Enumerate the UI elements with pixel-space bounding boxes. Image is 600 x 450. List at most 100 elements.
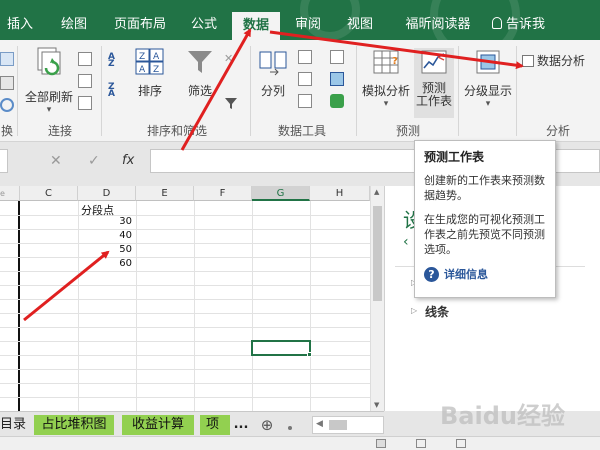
page-layout-view-icon[interactable]	[416, 439, 426, 448]
scrollbar-thumb[interactable]	[373, 206, 382, 301]
tooltip-description: 在生成您的可视化预测工作表之前先预览不同预测选项。	[424, 213, 545, 256]
tab-split-handle[interactable]	[288, 426, 292, 430]
insert-function-icon[interactable]: fx	[122, 153, 134, 168]
tab-review[interactable]: 审阅	[288, 10, 328, 40]
forecast-sheet-label: 预测 工作表	[415, 81, 452, 108]
group-label-sort-filter: 排序和筛选	[146, 124, 207, 138]
tab-draw[interactable]: 绘图	[52, 10, 96, 40]
pane-item-lines[interactable]: 线条	[425, 303, 449, 320]
vertical-scrollbar[interactable]: ▲ ▼	[370, 186, 384, 411]
filter-button[interactable]: 筛选	[180, 48, 220, 99]
svg-text:A: A	[153, 52, 160, 62]
connections-icon[interactable]	[78, 52, 92, 66]
tell-me-box[interactable]: 告诉我	[492, 10, 545, 40]
fill-handle[interactable]	[307, 352, 312, 357]
tooltip-title: 预测工作表	[424, 150, 485, 164]
sort-descending-icon[interactable]: ZA	[108, 83, 122, 99]
group-divider	[101, 46, 102, 136]
cell-border	[18, 201, 20, 411]
add-sheet-icon[interactable]: ⊕	[258, 415, 276, 435]
column-header-d[interactable]: D	[78, 186, 136, 201]
horizontal-scrollbar[interactable]: ◀	[312, 416, 384, 434]
scroll-up-icon[interactable]: ▲	[374, 188, 379, 196]
column-header-e[interactable]: E	[136, 186, 194, 201]
edit-links-icon[interactable]	[78, 96, 92, 110]
grid-line	[0, 285, 370, 286]
grid-line	[0, 229, 370, 230]
tell-me-label: 告诉我	[506, 17, 546, 32]
group-divider	[250, 46, 251, 136]
column-header-f[interactable]: F	[194, 186, 252, 201]
normal-view-icon[interactable]	[376, 439, 386, 448]
worksheet-grid[interactable]: e C D E F G H 分段点 30 40 50 60	[0, 186, 370, 411]
group-divider	[356, 46, 357, 136]
data-model-icon[interactable]	[330, 94, 344, 108]
status-bar	[0, 436, 600, 450]
grid-line	[0, 383, 370, 384]
group-divider	[17, 46, 18, 136]
data-analysis-button[interactable]: 数据分析	[522, 52, 596, 69]
tab-page-layout[interactable]: 页面布局	[104, 10, 176, 40]
forecast-sheet-button[interactable]: 预测 工作表	[414, 48, 454, 118]
sort-button[interactable]: Z A A Z 排序	[130, 48, 170, 99]
table-icon[interactable]	[0, 52, 14, 66]
grid-line	[0, 341, 370, 342]
table-icon[interactable]	[0, 76, 14, 90]
selected-cell[interactable]	[251, 340, 311, 356]
relationships-icon[interactable]	[330, 72, 344, 86]
tab-view[interactable]: 视图	[340, 10, 380, 40]
column-header-g[interactable]: G	[252, 186, 310, 201]
sort-ascending-icon[interactable]: AZ	[108, 53, 122, 69]
cell-d-value[interactable]: 30	[78, 216, 132, 227]
more-sheets[interactable]: ...	[232, 415, 250, 435]
sheet-tab[interactable]: 占比堆积图	[34, 415, 114, 435]
cell-d-value[interactable]: 50	[78, 244, 132, 255]
sheet-tab-bar: 目录 占比堆积图 收益计算 项目 ... ⊕ ◀	[0, 411, 384, 436]
more-info-label: 详细信息	[444, 268, 488, 281]
cancel-icon[interactable]: ✕	[50, 153, 62, 169]
sheet-tab[interactable]: 项目	[200, 415, 230, 435]
sheet-tab[interactable]: 目录	[0, 415, 26, 435]
grid-line	[252, 201, 253, 411]
group-divider	[516, 46, 517, 136]
expand-icon[interactable]: ▷	[411, 306, 417, 315]
sheet-tab[interactable]: 收益计算	[122, 415, 194, 435]
column-header-h[interactable]: H	[310, 186, 370, 201]
column-header-c[interactable]: C	[20, 186, 78, 201]
flash-fill-icon[interactable]	[298, 50, 312, 64]
grid-line	[0, 397, 370, 398]
group-label-analysis: 分析	[545, 124, 570, 138]
scroll-left-icon[interactable]: ◀	[316, 419, 323, 429]
advanced-filter-icon[interactable]	[224, 96, 238, 110]
whatif-analysis-button[interactable]: ? 模拟分析 ▾	[360, 48, 412, 109]
name-box[interactable]	[0, 149, 8, 173]
clear-filter-icon[interactable]: ✕	[224, 52, 238, 66]
outline-icon	[476, 50, 500, 74]
scrollbar-thumb[interactable]	[329, 420, 347, 430]
remove-duplicates-icon[interactable]	[298, 72, 312, 86]
properties-icon[interactable]	[78, 74, 92, 88]
tab-formulas[interactable]: 公式	[184, 10, 224, 40]
cell-d-value[interactable]: 40	[78, 230, 132, 241]
outline-button[interactable]: 分级显示 ▾	[462, 48, 514, 109]
scroll-down-icon[interactable]: ▼	[374, 401, 379, 409]
tab-insert[interactable]: 插入	[0, 10, 40, 40]
pane-back-icon[interactable]: ‹	[403, 234, 409, 250]
grid-line	[136, 201, 137, 411]
grid-line	[0, 313, 370, 314]
page-break-view-icon[interactable]	[456, 439, 466, 448]
tab-foxit-reader[interactable]: 福昕阅读器	[396, 10, 480, 40]
text-to-columns-button[interactable]: 分列	[254, 48, 292, 99]
tooltip-more-info[interactable]: ? 详细信息	[424, 266, 546, 282]
column-header-partial[interactable]: e	[0, 186, 20, 201]
data-validation-icon[interactable]	[298, 94, 312, 108]
sort-icon: Z A A Z	[135, 48, 164, 75]
consolidate-icon[interactable]	[330, 50, 344, 64]
enter-icon[interactable]: ✓	[88, 153, 100, 169]
filter-icon	[188, 51, 212, 73]
tab-data[interactable]: 数据	[232, 12, 280, 40]
group-label-connections: 连接	[47, 124, 72, 138]
refresh-all-button[interactable]: 全部刷新 ▾	[20, 46, 78, 115]
clock-icon[interactable]	[0, 98, 14, 112]
cell-d-value[interactable]: 60	[78, 258, 132, 269]
